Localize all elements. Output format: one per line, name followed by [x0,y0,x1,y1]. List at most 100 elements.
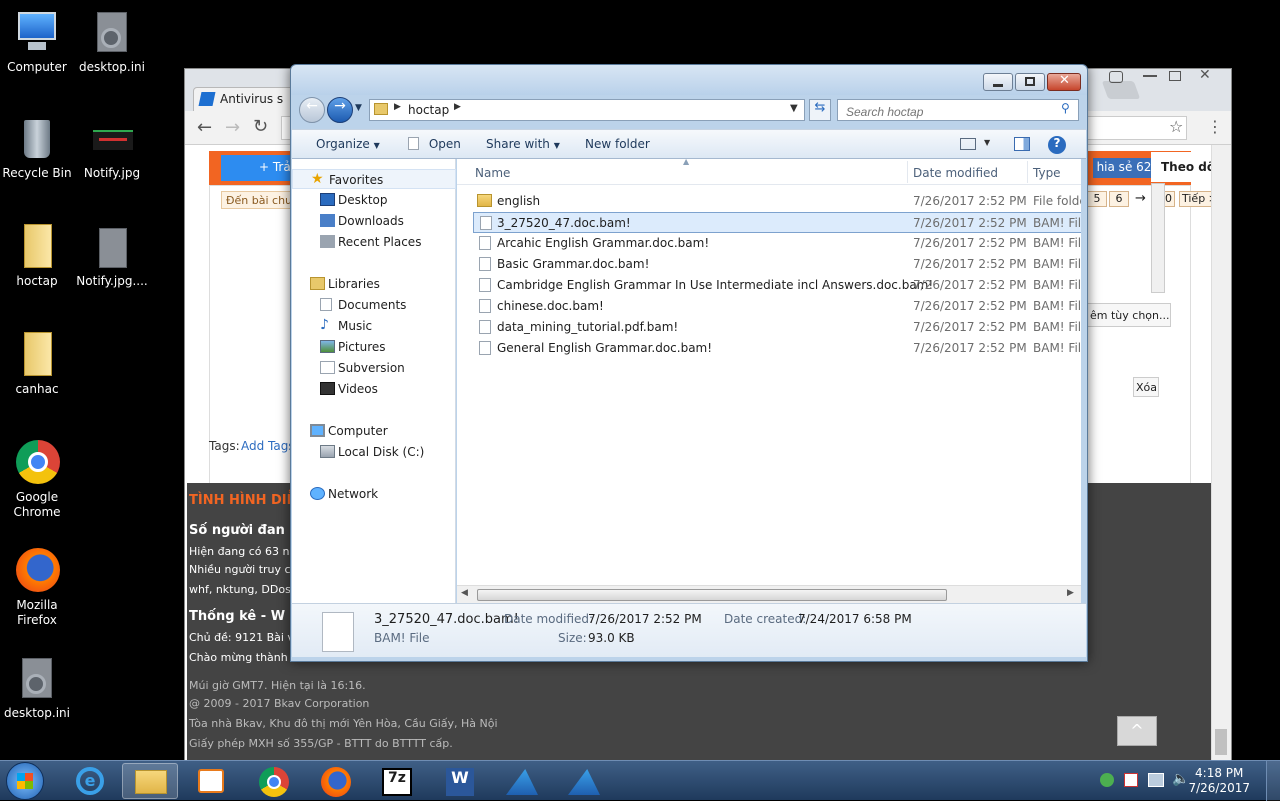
taskbar-firefox[interactable] [308,763,364,799]
desktop-icon-notify-jpg[interactable]: Notify.jpg [75,116,149,181]
security-tray-icon[interactable] [1100,773,1114,787]
file-row-3-27520-47[interactable]: 3_27520_47.doc.bam! 7/26/2017 2:52 PM BA… [473,212,1081,233]
browser-scroll-thumb[interactable] [1215,729,1227,755]
horizontal-scroll-thumb[interactable] [477,589,947,601]
desktop-icon-computer[interactable]: Computer [0,10,74,75]
nav-videos[interactable]: Videos [292,379,456,399]
taskbar-google-chrome[interactable] [246,763,302,799]
close-icon[interactable]: ✕ [1199,67,1211,83]
open-button[interactable]: Open [408,137,461,151]
search-input[interactable] [837,99,1079,121]
page-6-link[interactable]: 6 [1109,191,1129,207]
more-options-button[interactable]: êm tùy chọn... [1085,303,1171,327]
address-bar[interactable]: ▶ hoctap ▶ ▼ [369,99,805,121]
taskbar-media-player[interactable] [184,763,240,799]
desktop-icon-canhac[interactable]: canhac [0,332,74,397]
file-row-arcahic-english-grammar[interactable]: Arcahic English Grammar.doc.bam! 7/26/20… [473,233,1081,254]
browser-scrollbar[interactable] [1211,145,1231,761]
new-tab-button[interactable] [1101,81,1141,99]
view-options-icon[interactable] [960,138,976,150]
file-row-general-english-grammar[interactable]: General English Grammar.doc.bam! 7/26/20… [473,338,1081,359]
taskbar-bkav-1[interactable] [494,763,550,799]
volume-tray-icon[interactable]: 🔈 [1172,771,1189,787]
delete-button[interactable]: Xóa [1133,377,1159,397]
nav-computer[interactable]: Computer [292,421,456,441]
show-desktop-button[interactable] [1266,761,1280,801]
desktop-icon-hoctap[interactable]: hoctap [0,224,74,289]
desktop-icon-desktop-ini[interactable]: desktop.ini [75,10,149,75]
share-with-button[interactable]: Share with ▼ [486,137,560,151]
nav-libraries[interactable]: Libraries [292,274,456,294]
address-dropdown-icon[interactable]: ▼ [790,103,798,114]
file-row-data-mining-tutorial[interactable]: data_mining_tutorial.pdf.bam! 7/26/2017 … [473,317,1081,338]
column-type[interactable]: Type [1033,159,1061,185]
restore-icon[interactable] [1169,71,1181,81]
back-icon[interactable]: ← [197,117,212,138]
add-tags-link[interactable]: Add Tags [241,439,295,453]
column-date-modified[interactable]: Date modified [913,159,998,185]
minimize-button[interactable] [983,73,1013,91]
forward-icon[interactable]: → [225,117,240,138]
desktop-icon-recycle-bin[interactable]: Recycle Bin [0,116,74,181]
nav-local-disk[interactable]: Local Disk (C:) [292,442,456,462]
explorer-titlebar[interactable]: ✕ [291,65,1087,95]
scroll-top-button[interactable]: ^ [1117,716,1157,746]
nav-recent-places[interactable]: Recent Places [292,232,456,252]
network-tray-icon[interactable] [1148,773,1164,787]
taskbar-windows-explorer[interactable] [122,763,178,799]
preview-pane-icon[interactable] [1014,137,1030,151]
star-icon[interactable]: ☆ [1169,117,1183,136]
recent-pages-dropdown[interactable]: ▼ [355,103,362,113]
next-page-link[interactable]: Tiếp > [1179,191,1211,207]
nav-pictures[interactable]: Pictures [292,337,456,357]
file-row-english[interactable]: english 7/26/2017 2:52 PM File folde [473,191,1081,212]
column-divider[interactable] [907,161,908,183]
desktop-icon-desktop-ini-2[interactable]: desktop.ini [0,656,74,721]
close-button[interactable]: ✕ [1047,73,1081,91]
horizontal-scrollbar[interactable]: ◀ ▶ [457,585,1081,603]
taskbar-7zip[interactable]: 7z [370,763,426,799]
flag-tray-icon[interactable] [1124,773,1138,787]
breadcrumb-chevron-icon[interactable]: ▶ [454,102,461,112]
share-count-badge[interactable]: hia sẻ 62 [1093,158,1155,178]
help-icon[interactable]: ? [1048,136,1066,154]
file-row-chinese[interactable]: chinese.doc.bam! 7/26/2017 2:52 PM BAM! … [473,296,1081,317]
desktop-icon-google-chrome[interactable]: Google Chrome [0,440,74,520]
file-row-basic-grammar[interactable]: Basic Grammar.doc.bam! 7/26/2017 2:52 PM… [473,254,1081,275]
maximize-button[interactable] [1015,73,1045,91]
browser-tab[interactable]: Antivirus s [193,87,303,111]
nav-music[interactable]: ♪ Music [292,316,456,336]
scroll-left-icon[interactable]: ◀ [461,588,468,598]
organize-button[interactable]: Organize ▼ [316,137,380,151]
column-name[interactable]: Name [475,159,510,185]
system-clock[interactable]: 4:18 PM 7/26/2017 [1188,766,1250,796]
minimize-icon[interactable] [1143,75,1157,77]
view-dropdown-icon[interactable]: ▼ [984,138,990,147]
follow-button[interactable]: Theo dõi [1151,152,1211,182]
user-icon[interactable] [1109,71,1123,83]
taskbar-word[interactable]: W [432,763,488,799]
page-5-link[interactable]: 5 [1087,191,1107,207]
nav-documents[interactable]: Documents [292,295,456,315]
back-button[interactable]: ← [299,97,325,123]
desktop-icon-mozilla-firefox[interactable]: Mozilla Firefox [0,548,74,628]
nav-subversion[interactable]: Subversion [292,358,456,378]
breadcrumb-hoctap[interactable]: hoctap [408,103,449,117]
taskbar-internet-explorer[interactable]: e [62,763,118,799]
forward-button[interactable]: → [327,97,353,123]
reload-icon[interactable]: ↻ [253,116,268,137]
new-folder-button[interactable]: New folder [585,137,650,151]
nav-desktop[interactable]: Desktop [292,190,456,210]
scroll-right-icon[interactable]: ▶ [1067,588,1074,598]
nav-downloads[interactable]: Downloads [292,211,456,231]
desktop-icon-notify-jpg-2[interactable]: Notify.jpg.... [75,224,149,289]
menu-icon[interactable]: ⋮ [1207,117,1223,136]
column-divider[interactable] [1027,161,1028,183]
taskbar-bkav-2[interactable] [556,763,612,799]
file-row-cambridge-english-grammar[interactable]: Cambridge English Grammar In Use Interme… [473,275,1081,296]
start-button[interactable] [6,762,44,800]
refresh-button[interactable]: ⇆ [809,99,831,121]
nav-favorites[interactable]: ★ Favorites [292,169,456,189]
editor-scrollbar[interactable] [1151,183,1165,293]
nav-network[interactable]: Network [292,484,456,504]
